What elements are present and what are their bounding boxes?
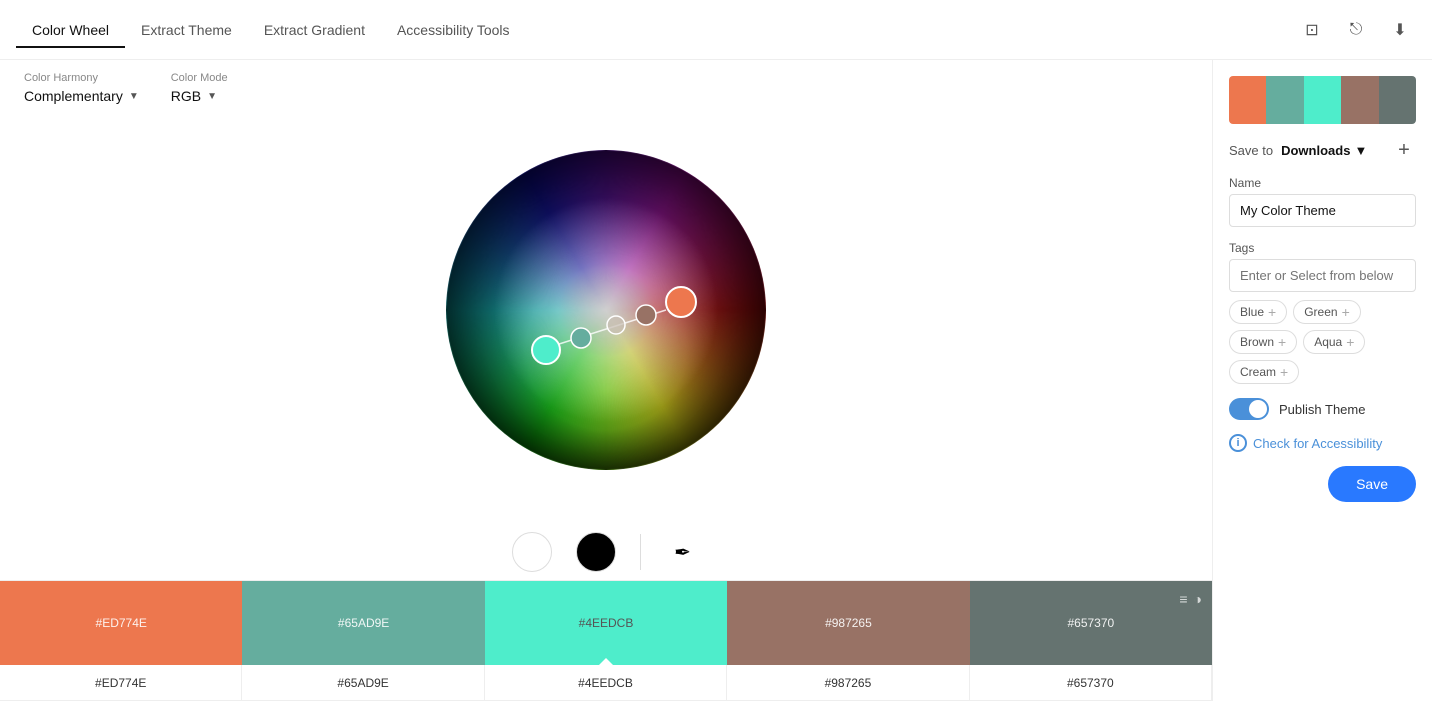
- hex-input-4[interactable]: [970, 665, 1212, 701]
- wheel-container: [446, 96, 766, 524]
- color-wheel-wrapper[interactable]: [446, 150, 766, 470]
- add-button[interactable]: +: [1392, 138, 1416, 162]
- harmony-overlay: [446, 150, 766, 470]
- center-panel: Color Harmony Complementary ▼ Color Mode…: [0, 60, 1212, 701]
- tab-color-wheel[interactable]: Color Wheel: [16, 14, 125, 48]
- theme-swatch-0: [1229, 76, 1266, 124]
- tag-green[interactable]: Green +: [1293, 300, 1361, 324]
- tag-aqua-plus: +: [1346, 334, 1354, 350]
- divider: [640, 534, 641, 570]
- harmony-label: Color Harmony: [24, 72, 139, 84]
- tab-accessibility-tools[interactable]: Accessibility Tools: [381, 14, 526, 48]
- mode-select[interactable]: RGB ▼: [171, 88, 228, 104]
- name-label: Name: [1229, 176, 1416, 190]
- theme-swatch-2: [1304, 76, 1341, 124]
- theme-preview: [1229, 76, 1416, 124]
- save-button[interactable]: Save: [1328, 466, 1416, 502]
- fullscreen-button[interactable]: ⊡: [1296, 14, 1328, 46]
- publish-label: Publish Theme: [1279, 402, 1365, 417]
- nav-tabs: Color Wheel Extract Theme Extract Gradie…: [16, 13, 526, 47]
- tags-label: Tags: [1229, 241, 1416, 255]
- mode-control: Color Mode RGB ▼: [171, 72, 228, 104]
- swatches-bar: #ED774E #65AD9E #4EEDCB #987265 ≡ ◑ #657…: [0, 580, 1212, 665]
- hex-input-1[interactable]: [242, 665, 484, 701]
- theme-swatch-4: [1379, 76, 1416, 124]
- tag-brown[interactable]: Brown +: [1229, 330, 1297, 354]
- info-icon: i: [1229, 434, 1247, 452]
- tag-brown-plus: +: [1278, 334, 1286, 350]
- tag-blue[interactable]: Blue +: [1229, 300, 1287, 324]
- accessibility-row[interactable]: i Check for Accessibility: [1229, 434, 1416, 452]
- theme-swatch-3: [1341, 76, 1378, 124]
- publish-row: Publish Theme: [1229, 398, 1416, 420]
- theme-swatch-1: [1266, 76, 1303, 124]
- black-circle[interactable]: [576, 532, 616, 572]
- tab-extract-theme[interactable]: Extract Theme: [125, 14, 248, 48]
- circle-icon[interactable]: ◑: [1194, 591, 1202, 607]
- harmony-control: Color Harmony Complementary ▼: [24, 72, 139, 104]
- name-field-group: Name: [1229, 176, 1416, 227]
- adjust-icon[interactable]: ≡: [1179, 591, 1187, 607]
- save-to-select[interactable]: Downloads ▼: [1281, 143, 1367, 158]
- header: Color Wheel Extract Theme Extract Gradie…: [0, 0, 1432, 60]
- white-circle[interactable]: [512, 532, 552, 572]
- main: Color Harmony Complementary ▼ Color Mode…: [0, 60, 1432, 701]
- swatch-3[interactable]: #987265: [727, 581, 969, 665]
- accessibility-label: Check for Accessibility: [1253, 436, 1382, 451]
- save-to-chevron: ▼: [1354, 143, 1367, 158]
- bottom-controls: ✒: [512, 524, 701, 580]
- tag-blue-plus: +: [1268, 304, 1276, 320]
- harmony-select[interactable]: Complementary ▼: [24, 88, 139, 104]
- tag-aqua[interactable]: Aqua +: [1303, 330, 1365, 354]
- tab-extract-gradient[interactable]: Extract Gradient: [248, 14, 381, 48]
- mode-label: Color Mode: [171, 72, 228, 84]
- tag-cream-plus: +: [1280, 364, 1288, 380]
- swatch-icons: ≡ ◑: [1179, 591, 1202, 607]
- swatch-1[interactable]: #65AD9E: [242, 581, 484, 665]
- swatch-0[interactable]: #ED774E: [0, 581, 242, 665]
- right-panel: Save to Downloads ▼ + Name Tags Blue + G…: [1212, 60, 1432, 701]
- name-input[interactable]: [1229, 194, 1416, 227]
- hex-input-0[interactable]: [0, 665, 242, 701]
- save-to-row: Save to Downloads ▼ +: [1229, 138, 1416, 162]
- share-button[interactable]: ⎋: [1340, 14, 1372, 46]
- tag-cream[interactable]: Cream +: [1229, 360, 1299, 384]
- toggle-knob: [1249, 400, 1267, 418]
- tags-field-group: Tags Blue + Green + Brown + Aqua +: [1229, 241, 1416, 384]
- hex-input-3[interactable]: [727, 665, 969, 701]
- publish-toggle[interactable]: [1229, 398, 1269, 420]
- tags-row: Blue + Green + Brown + Aqua + Cream +: [1229, 300, 1416, 384]
- mode-chevron: ▼: [207, 91, 217, 102]
- tags-input[interactable]: [1229, 259, 1416, 292]
- download-button[interactable]: ⬇: [1384, 14, 1416, 46]
- header-actions: ⊡ ⎋ ⬇: [1296, 14, 1416, 46]
- swatch-4[interactable]: ≡ ◑ #657370: [970, 581, 1212, 665]
- swatch-active-indicator: [598, 658, 614, 666]
- tag-green-plus: +: [1342, 304, 1350, 320]
- eyedropper-button[interactable]: ✒: [665, 534, 701, 570]
- harmony-chevron: ▼: [129, 91, 139, 102]
- hex-input-2[interactable]: [485, 665, 727, 701]
- hex-input-row: [0, 665, 1212, 701]
- swatch-2[interactable]: #4EEDCB: [485, 581, 727, 665]
